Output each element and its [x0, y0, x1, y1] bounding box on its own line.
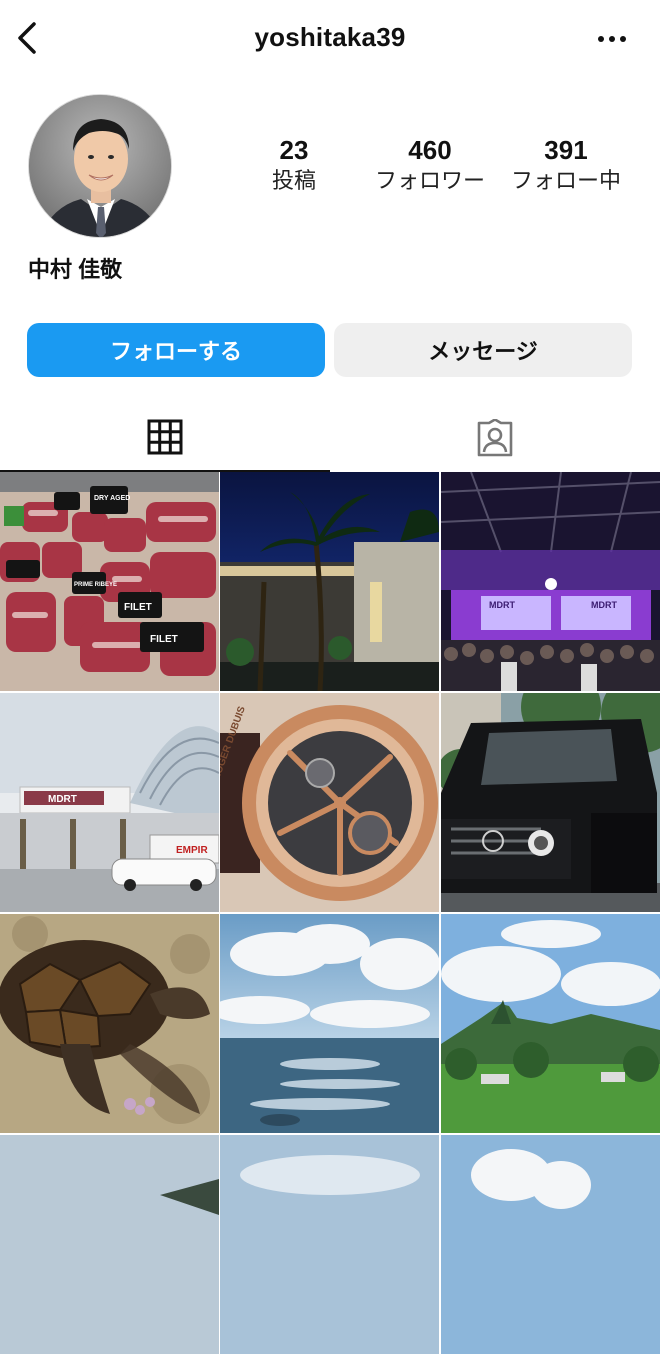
- partial-clouds-photo: [441, 1135, 660, 1354]
- post-thumbnail[interactable]: MDRT MDRT: [441, 472, 660, 691]
- post-thumbnail[interactable]: [0, 914, 219, 1133]
- post-thumbnail[interactable]: [441, 914, 660, 1133]
- ocean-sky-photo: [220, 914, 439, 1133]
- more-options-button[interactable]: [592, 24, 632, 54]
- posts-label: 投稿: [271, 168, 316, 193]
- following-label: フォロー中: [510, 168, 621, 193]
- svg-text:MDRT: MDRT: [489, 600, 515, 610]
- post-thumbnail[interactable]: [0, 1135, 219, 1354]
- svg-text:MDRT: MDRT: [48, 794, 77, 805]
- post-thumbnail[interactable]: DRY AGED PRIME RIBEYE FILET FILET: [0, 472, 219, 691]
- post-thumbnail[interactable]: [220, 914, 439, 1133]
- post-thumbnail[interactable]: [220, 1135, 439, 1354]
- post-thumbnail[interactable]: ROGER DUBUIS: [220, 693, 439, 912]
- night-hotel-photo: [220, 472, 439, 691]
- conference-stage-photo: MDRT MDRT: [441, 472, 660, 691]
- partial-sky-photo-2: [220, 1135, 439, 1354]
- svg-text:MDRT: MDRT: [591, 600, 617, 610]
- profile-username: yoshitaka39: [254, 22, 406, 52]
- posts-count: 23: [279, 135, 309, 165]
- following-stat[interactable]: 391 フォロー中: [498, 134, 634, 196]
- svg-text:EMPIR: EMPIR: [176, 845, 208, 856]
- top-bar: yoshitaka39: [0, 0, 660, 76]
- black-suv-photo: [441, 693, 660, 912]
- meat-display-photo: DRY AGED PRIME RIBEYE FILET FILET: [0, 472, 219, 691]
- tab-tagged[interactable]: [330, 404, 660, 472]
- svg-text:PRIME RIBEYE: PRIME RIBEYE: [74, 582, 117, 588]
- profile-display-name: 中村 佳敬: [28, 257, 123, 282]
- posts-grid: DRY AGED PRIME RIBEYE FILET FILET MDRT M…: [0, 472, 660, 1354]
- posts-stat[interactable]: 23 投稿: [226, 134, 362, 196]
- tagged-person-icon: [477, 419, 513, 457]
- post-thumbnail[interactable]: [220, 472, 439, 691]
- profile-tabs: [0, 404, 660, 472]
- more-horizontal-icon: [598, 36, 626, 42]
- tab-posts-grid[interactable]: [0, 404, 330, 472]
- sea-turtle-photo: [0, 914, 219, 1133]
- followers-stat[interactable]: 460 フォロワー: [362, 134, 498, 196]
- message-button[interactable]: メッセージ: [334, 323, 632, 377]
- partial-sky-photo: [0, 1135, 219, 1354]
- followers-count: 460: [408, 135, 452, 165]
- post-thumbnail[interactable]: [441, 693, 660, 912]
- svg-text:FILET: FILET: [124, 602, 152, 613]
- svg-text:FILET: FILET: [150, 634, 178, 645]
- grid-icon: [147, 419, 183, 455]
- following-count: 391: [544, 135, 588, 165]
- profile-avatar[interactable]: [28, 94, 172, 238]
- avatar-photo: [29, 95, 171, 237]
- follow-button[interactable]: フォローする: [27, 323, 325, 377]
- profile-stats: 23 投稿 460 フォロワー 391 フォロー中: [226, 134, 634, 204]
- post-thumbnail[interactable]: MDRT EMPIR: [0, 693, 219, 912]
- followers-label: フォロワー: [374, 168, 485, 193]
- skeleton-watch-photo: ROGER DUBUIS: [220, 693, 439, 912]
- post-thumbnail[interactable]: [441, 1135, 660, 1354]
- green-mountains-photo: [441, 914, 660, 1133]
- svg-text:DRY AGED: DRY AGED: [94, 495, 130, 502]
- convention-center-photo: MDRT EMPIR: [0, 693, 219, 912]
